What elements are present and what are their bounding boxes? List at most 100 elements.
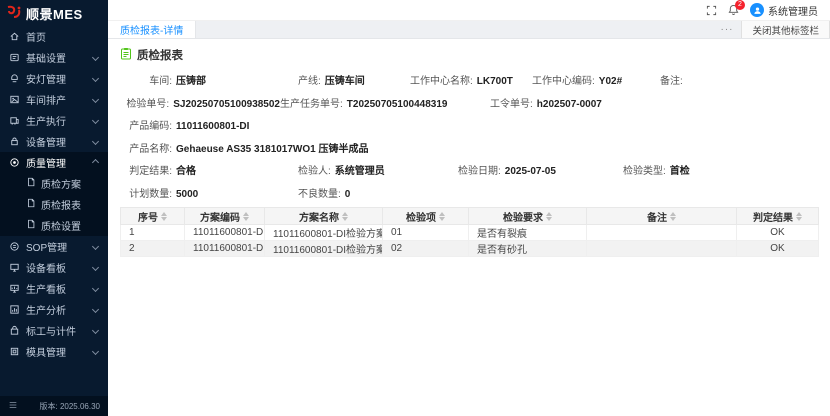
chevron-down-icon [92,96,99,103]
chevron-down-icon [92,54,99,61]
tab-more-button[interactable]: ··· [712,21,741,38]
piecework-icon [8,325,20,337]
sidebar-nav: 首页 基础设置 安灯管理 车间排产 生产执行 设备管理 [0,26,108,396]
sort-icon [243,212,249,221]
sidebar-item-production-analysis[interactable]: 生产分析 [0,299,108,320]
field-row-5: 判定结果:合格 检验人:系统管理员 检验日期:2025-07-05 检验类型:首… [120,162,818,177]
file-icon [26,219,36,232]
monitor-icon [8,262,20,274]
chevron-down-icon [92,243,99,250]
field-row-1: 车间:压铸部 产线:压铸车间 工作中心名称:LK700T 工作中心编码:Y02#… [120,72,818,87]
col-plan-code[interactable]: 方案编码 [185,208,265,225]
table-row[interactable]: 1 11011600801-DI 11011600801-DI检验方案 01 是… [121,225,819,241]
notification-badge: 2 [735,0,745,10]
machine-icon [8,115,20,127]
tab-inspection-report-detail[interactable]: 质检报表-详情 [108,21,196,38]
user-menu[interactable]: 系统管理员 [750,3,818,18]
collapse-menu-icon[interactable] [8,400,18,413]
sidebar-item-workshop-scheduling[interactable]: 车间排产 [0,89,108,110]
app-window: 顺景MES 首页 基础设置 安灯管理 车间排产 生产执行 [0,0,830,416]
close-other-tabs-button[interactable]: 关闭其他标签栏 [741,21,830,38]
sidebar-item-mold-management[interactable]: 模具管理 [0,341,108,362]
field-inspection-no: 检验单号:SJ20250705100938502 [120,95,280,110]
sidebar-item-production-board[interactable]: 生产看板 [0,278,108,299]
col-requirement[interactable]: 检验要求 [469,208,587,225]
user-avatar [750,3,764,17]
col-inspection-item[interactable]: 检验项 [383,208,469,225]
field-judgement-result: 判定结果:合格 [120,162,298,177]
field-workcenter-name: 工作中心名称:LK700T [410,72,532,87]
sort-icon [796,212,802,221]
col-result[interactable]: 判定结果 [737,208,819,225]
chart-icon [8,304,20,316]
table-header-row: 序号 方案编码 方案名称 检验项 检验要求 备注 判定结果 [121,208,819,225]
sidebar: 顺景MES 首页 基础设置 安灯管理 车间排产 生产执行 [0,0,108,416]
quality-icon [8,157,20,169]
field-workcenter-code: 工作中心编码:Y02# [532,72,660,87]
field-defect-qty: 不良数量:0 [298,185,818,200]
field-line: 产线:压铸车间 [298,72,410,87]
logo-swirl-icon [6,5,22,22]
field-plan-qty: 计划数量:5000 [120,185,298,200]
field-inspector: 检验人:系统管理员 [298,162,458,177]
sidebar-item-sop[interactable]: SOP管理 [0,236,108,257]
home-icon [8,31,20,43]
col-remark[interactable]: 备注 [587,208,737,225]
schedule-icon [8,94,20,106]
sidebar-item-production-execution[interactable]: 生产执行 [0,110,108,131]
sidebar-item-equipment-management[interactable]: 设备管理 [0,131,108,152]
field-task-no: 生产任务单号:T20250705100448319 [280,95,490,110]
table-row[interactable]: 2 11011600801-DI 11011600801-DI检验方案 02 是… [121,241,819,257]
sort-icon [342,212,348,221]
notification-bell-icon[interactable]: 2 [728,4,739,16]
chevron-down-icon [92,306,99,313]
sidebar-subitem-inspection-report[interactable]: 质检报表 [0,194,108,215]
sort-icon [670,212,676,221]
report-title: 质检报表 [120,47,818,63]
mold-icon [8,346,20,358]
chevron-down-icon [92,138,99,145]
field-row-2: 检验单号:SJ20250705100938502 生产任务单号:T2025070… [120,95,818,110]
col-seq[interactable]: 序号 [121,208,185,225]
field-row-4: 产品名称:Gehaeuse AS35 3181017WO1 压铸半成品 [120,140,818,155]
sidebar-item-equipment-board[interactable]: 设备看板 [0,257,108,278]
tab-bar: 质检报表-详情 ··· 关闭其他标签栏 [108,21,830,39]
chevron-down-icon [92,117,99,124]
field-product-name: 产品名称:Gehaeuse AS35 3181017WO1 压铸半成品 [120,140,369,155]
topbar: 2 系统管理员 [108,0,830,21]
field-work-order-no: 工令单号:h202507-0007 [490,95,818,110]
tab-spacer [196,21,712,38]
sidebar-item-home[interactable]: 首页 [0,26,108,47]
sidebar-subitem-inspection-settings[interactable]: 质检设置 [0,215,108,236]
col-plan-name[interactable]: 方案名称 [265,208,383,225]
field-inspection-type: 检验类型:首检 [623,162,818,177]
chevron-down-icon [92,264,99,271]
device-lock-icon [8,136,20,148]
version-label: 版本: 2025.06.30 [40,401,100,412]
fullscreen-icon[interactable] [706,5,717,16]
sidebar-subitem-inspection-plan[interactable]: 质检方案 [0,173,108,194]
sidebar-footer: 版本: 2025.06.30 [0,396,108,416]
lamp-icon [8,73,20,85]
sidebar-item-quality-management[interactable]: 质量管理 [0,152,108,173]
sidebar-item-basic-settings[interactable]: 基础设置 [0,47,108,68]
sidebar-item-piecework[interactable]: 标工与计件 [0,320,108,341]
app-logo: 顺景MES [0,0,108,26]
dashboard-icon [8,283,20,295]
field-row-3: 产品编码:11011600801-DI [120,117,818,132]
field-remark: 备注: [660,72,818,87]
chevron-down-icon [92,348,99,355]
sidebar-item-andon[interactable]: 安灯管理 [0,68,108,89]
file-icon [26,177,36,190]
file-icon [26,198,36,211]
sort-icon [439,212,445,221]
sort-icon [546,212,552,221]
clipboard-icon [120,47,132,63]
app-title: 顺景MES [26,4,83,23]
chevron-up-icon [92,159,99,166]
field-row-6: 计划数量:5000 不良数量:0 [120,185,818,200]
field-product-code: 产品编码:11011600801-DI [120,117,249,132]
chevron-down-icon [92,285,99,292]
main-area: 2 系统管理员 质检报表-详情 ··· 关闭其他标签栏 质检报表 [108,0,830,416]
chevron-down-icon [92,327,99,334]
